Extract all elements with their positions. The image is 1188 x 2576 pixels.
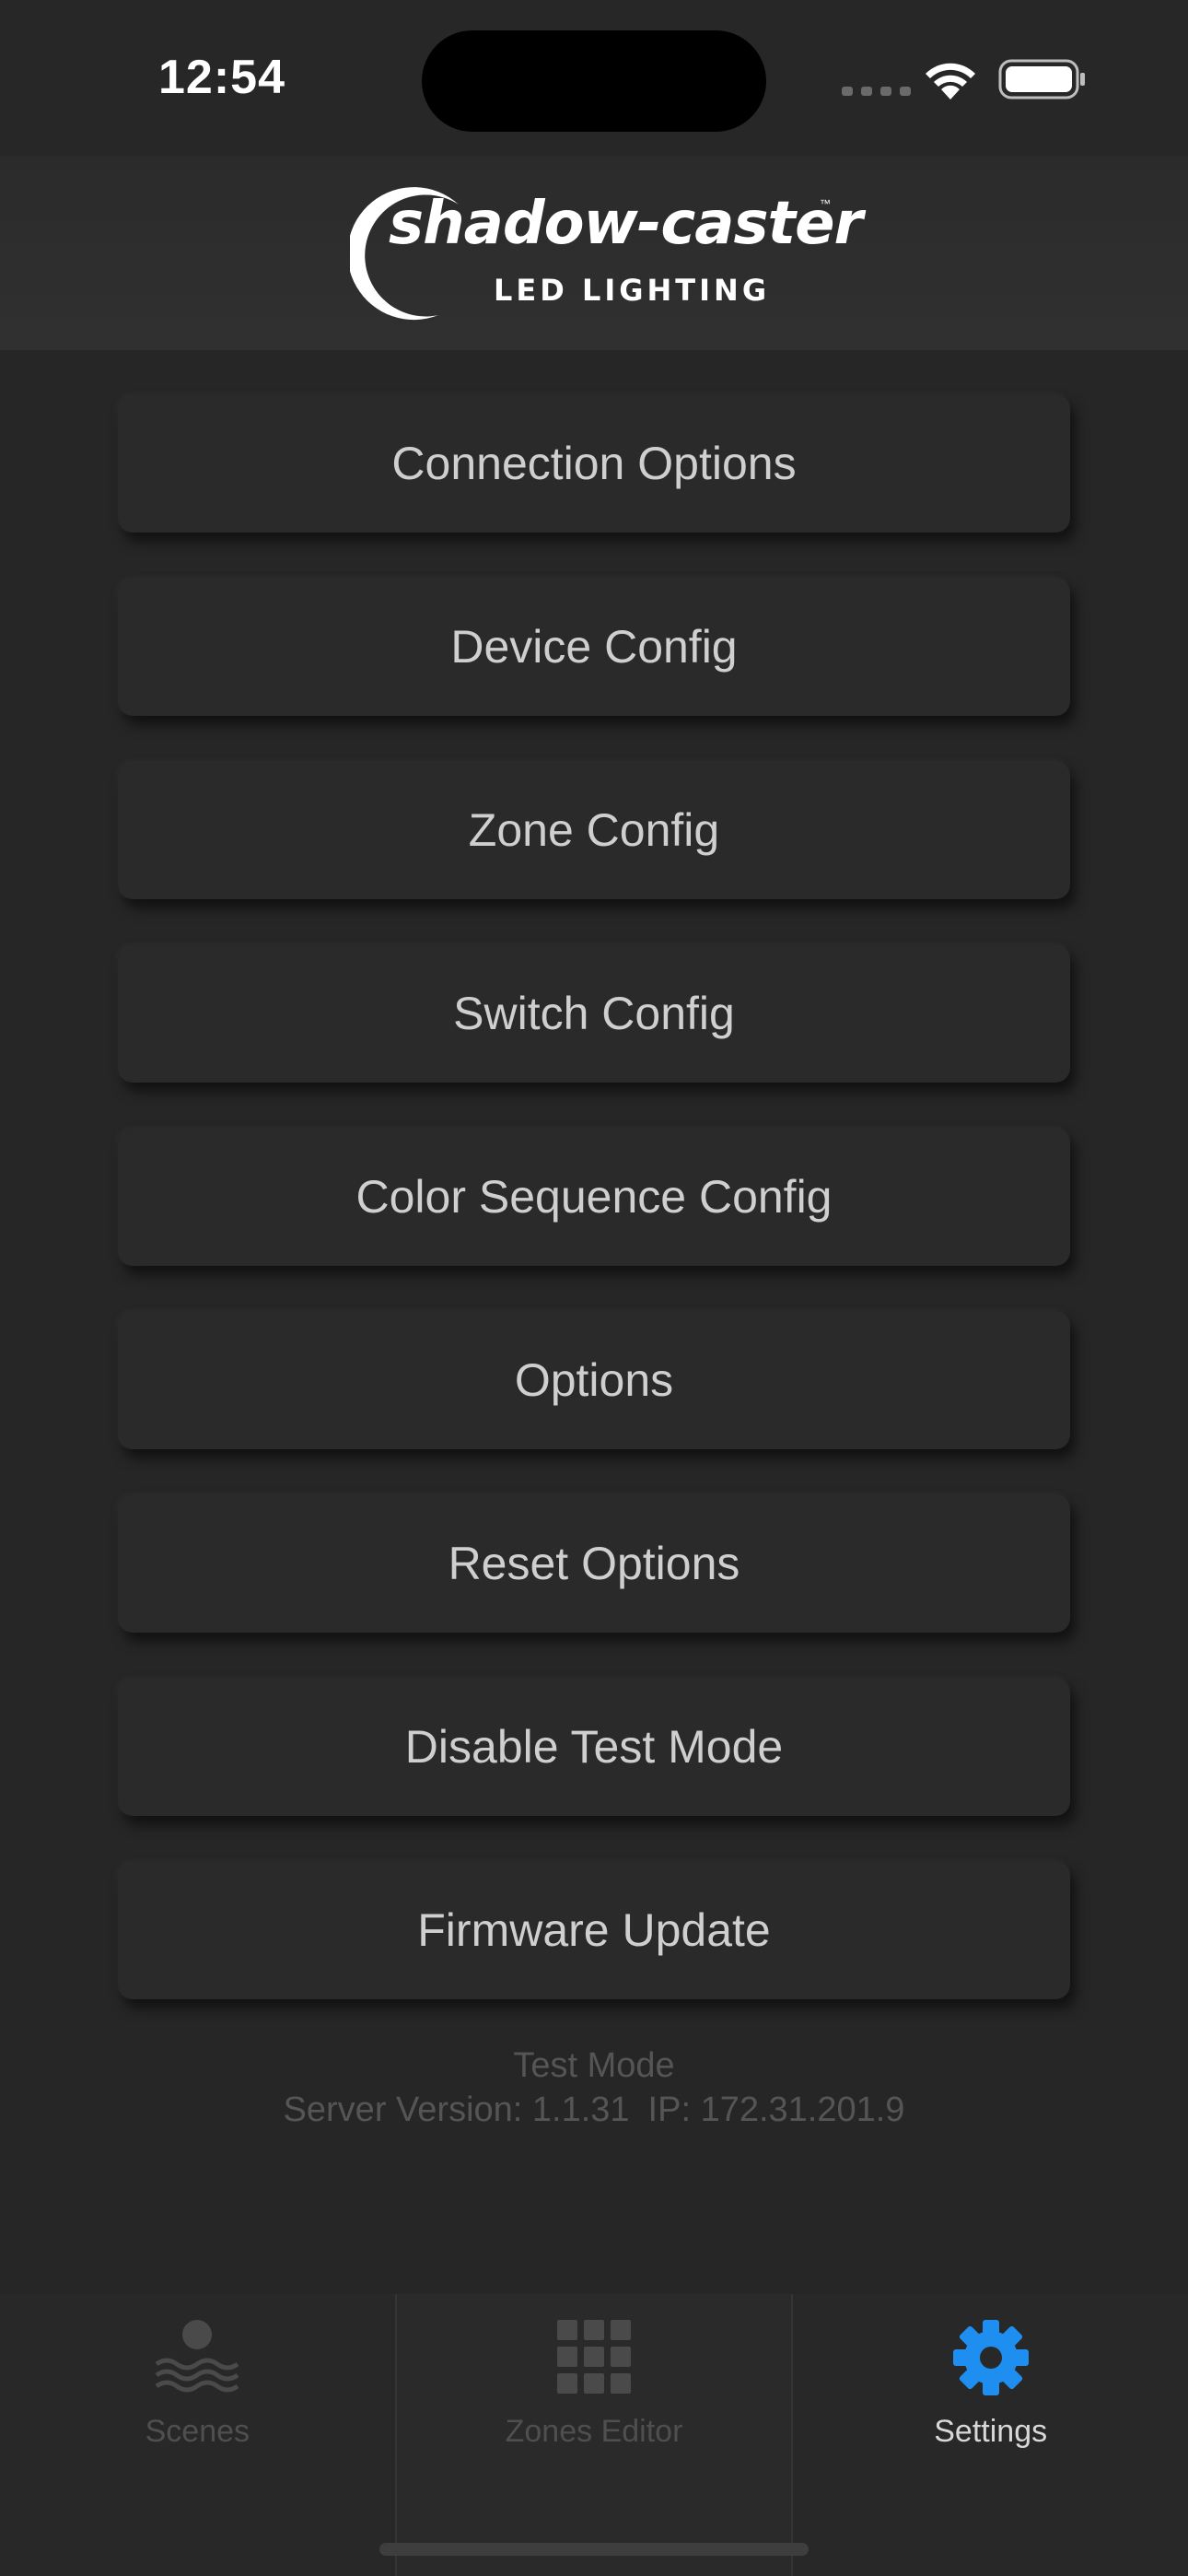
home-indicator[interactable] [379,2543,809,2556]
color-sequence-config-button[interactable]: Color Sequence Config [118,1128,1070,1266]
tab-scenes-label: Scenes [145,2414,250,2449]
firmware-update-button[interactable]: Firmware Update [118,1861,1070,1999]
cellular-signal-icon [842,87,911,96]
app-header: shadow-caster ™ LED LIGHTING [0,157,1188,350]
wifi-icon [926,63,975,100]
server-version: Server Version: 1.1.31 [283,2090,630,2129]
reset-options-button[interactable]: Reset Options [118,1494,1070,1633]
status-bar: 12:54 [0,0,1188,157]
version-line: Server Version: 1.1.31 IP: 172.31.201.9 [0,2088,1188,2132]
logo-subtitle: LED LIGHTING [494,273,771,308]
tab-zones-editor[interactable]: Zones Editor [394,2294,794,2576]
options-button[interactable]: Options [118,1311,1070,1449]
logo-trademark: ™ [820,197,831,210]
switch-config-button[interactable]: Switch Config [118,944,1070,1083]
battery-icon [998,59,1085,100]
gear-icon [952,2320,1029,2395]
disable-test-mode-button[interactable]: Disable Test Mode [118,1678,1070,1816]
grid-icon [557,2320,631,2394]
logo-wordmark: shadow-caster [389,190,863,258]
tab-zones-editor-label: Zones Editor [505,2414,683,2449]
server-info: Test Mode Server Version: 1.1.31 IP: 172.… [0,2043,1188,2132]
tab-scenes[interactable]: Scenes [0,2294,395,2576]
status-time: 12:54 [158,51,285,104]
shadow-caster-logo: shadow-caster ™ LED LIGHTING [350,184,863,322]
settings-menu: Connection Options Device Config Zone Co… [118,394,1070,2044]
ip-address: IP: 172.31.201.9 [647,2090,905,2129]
tab-settings[interactable]: Settings [793,2294,1188,2576]
connection-options-button[interactable]: Connection Options [118,394,1070,533]
zone-config-button[interactable]: Zone Config [118,761,1070,899]
tab-bar: Scenes Zones Editor Settings [0,2294,1188,2576]
test-mode-label: Test Mode [513,2046,675,2085]
device-config-button[interactable]: Device Config [118,578,1070,716]
scenes-icon [155,2320,239,2393]
dynamic-island [422,30,766,132]
tab-settings-label: Settings [934,2414,1048,2449]
